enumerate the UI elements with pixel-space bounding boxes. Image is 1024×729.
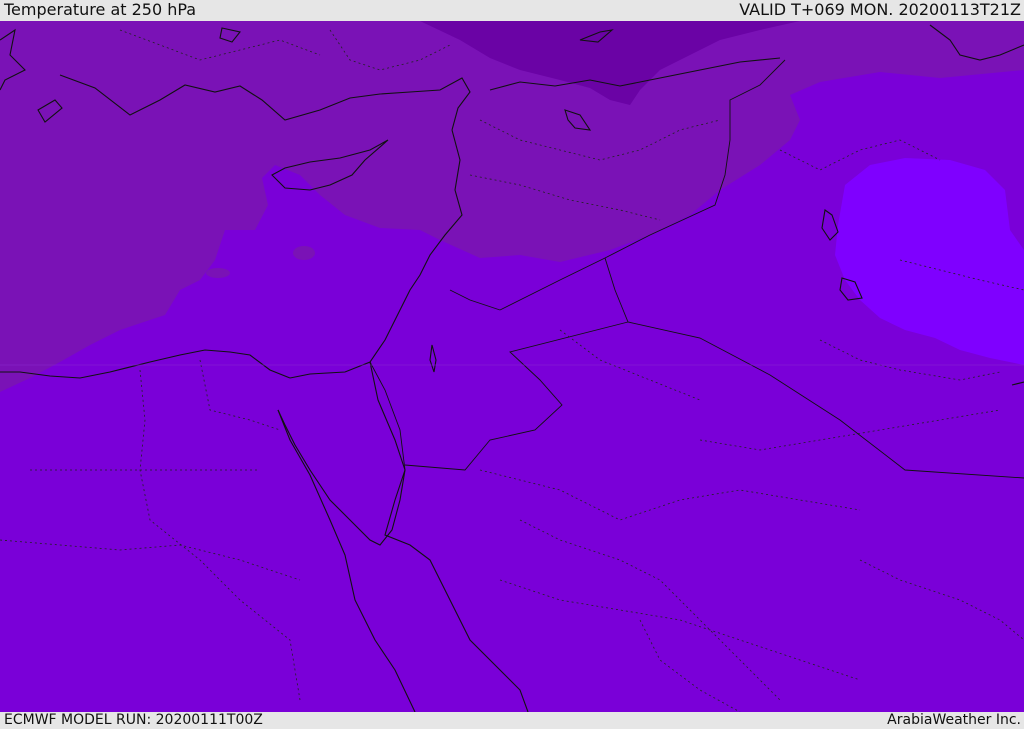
model-run: ECMWF MODEL RUN: 20200111T00Z (4, 712, 263, 728)
map-title: Temperature at 250 hPa (4, 0, 197, 19)
header-bar: Temperature at 250 hPa VALID T+069 MON. … (0, 0, 1024, 21)
temperature-blob (206, 268, 230, 278)
map-panel[interactable] (0, 21, 1024, 712)
temperature-blob (293, 246, 315, 260)
footer-bar: ECMWF MODEL RUN: 20200111T00Z ArabiaWeat… (0, 712, 1024, 729)
valid-time: VALID T+069 MON. 20200113T21Z (739, 0, 1021, 19)
credit-text: ArabiaWeather Inc. (887, 712, 1021, 728)
temperature-map (0, 21, 1024, 712)
